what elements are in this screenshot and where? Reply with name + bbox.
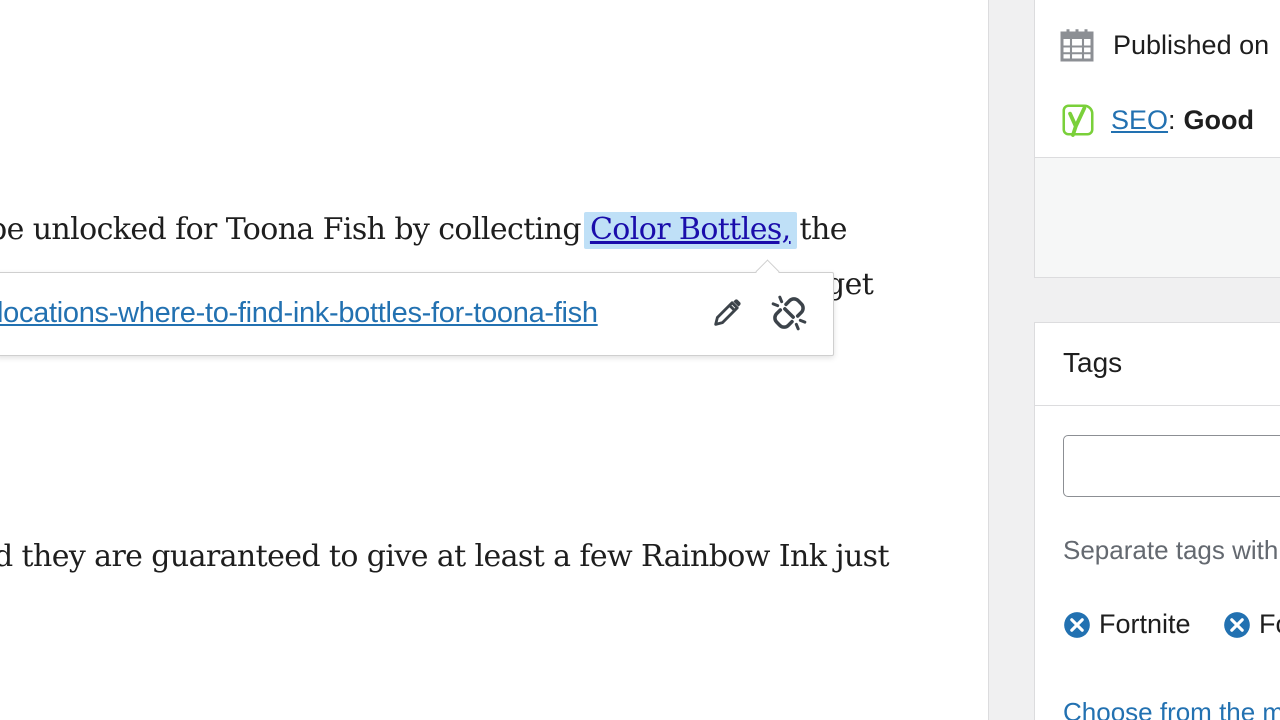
- unlink-icon: [771, 295, 807, 331]
- publish-actions-area: [1035, 158, 1280, 277]
- published-on-row: Published on: [1059, 27, 1269, 63]
- remove-tag-icon[interactable]: [1063, 611, 1091, 639]
- seo-score-row: SEO: Good: [1059, 101, 1254, 139]
- link-popover: locations-where-to-find-ink-bottles-for-…: [0, 259, 834, 356]
- edit-pencil-icon: [714, 299, 741, 326]
- tags-panel-title[interactable]: Tags: [1063, 347, 1122, 379]
- paragraph-2[interactable]: d they are guaranteed to give at least a…: [0, 539, 890, 574]
- post-editor[interactable]: be unlocked for Toona Fish by collecting…: [0, 0, 988, 720]
- remove-tag-icon[interactable]: [1223, 611, 1251, 639]
- tag-chip: Fortnite Battle Pass: [1223, 609, 1280, 640]
- tags-panel: Tags Separate tags with commas Fortnite …: [1034, 322, 1280, 720]
- choose-most-used-tags-link[interactable]: Choose from the most used tags: [1063, 697, 1280, 720]
- seo-colon: :: [1168, 104, 1176, 135]
- link-url[interactable]: locations-where-to-find-ink-bottles-for-…: [0, 297, 598, 330]
- paragraph-1-text-before: be unlocked for Toona Fish by collecting: [0, 212, 590, 247]
- tag-chip-label: Fortnite: [1099, 609, 1191, 639]
- publish-panel: Published on SEO: Good: [1034, 0, 1280, 278]
- yoast-icon: [1062, 104, 1094, 137]
- tags-hint: Separate tags with commas: [1063, 535, 1280, 565]
- add-tag-input[interactable]: [1063, 435, 1280, 497]
- paragraph-1-text-after: the: [790, 212, 848, 247]
- paragraph-1[interactable]: be unlocked for Toona Fish by collecting…: [0, 212, 848, 249]
- seo-rating: Good: [1183, 104, 1255, 135]
- edit-link-button[interactable]: [707, 293, 747, 333]
- settings-sidebar: Published on SEO: Good Tags Separate tags…: [988, 0, 1280, 720]
- tag-chip: Fortnite: [1063, 609, 1191, 640]
- tag-chip-label: Fortnite Battle Pass: [1259, 609, 1280, 639]
- selected-link-text[interactable]: Color Bottles,: [583, 212, 797, 249]
- tags-divider: [1035, 405, 1280, 406]
- seo-link[interactable]: SEO: [1111, 105, 1168, 136]
- calendar-icon: [1060, 29, 1094, 62]
- published-on-text: Published on: [1113, 29, 1270, 60]
- unlink-button[interactable]: [769, 293, 809, 333]
- popover-arrow: [755, 259, 780, 284]
